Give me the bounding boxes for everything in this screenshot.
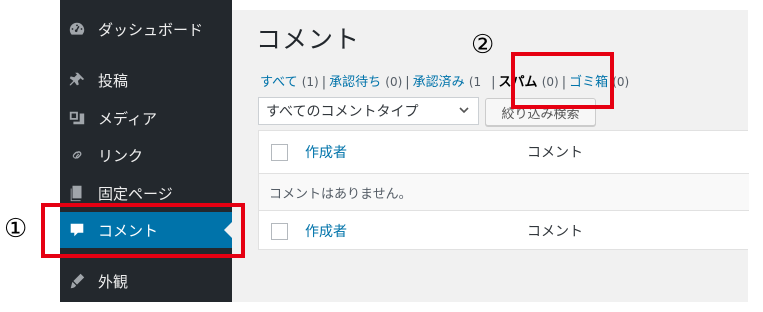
empty-message: コメントはありません。 — [269, 186, 412, 202]
column-author-header[interactable]: 作成者 — [305, 142, 347, 162]
annotation-marker-2: ② — [471, 30, 495, 60]
table-row: コメントはありません。 — [259, 174, 749, 211]
filter-pending-link[interactable]: 承認待ち (0) — [329, 75, 402, 90]
sidebar-item-posts[interactable]: 投稿 — [60, 62, 232, 98]
comments-table: 作成者 コメント コメントはありません。 作成者 コメント — [258, 130, 749, 251]
sidebar-item-appearance[interactable]: 外観 — [60, 263, 232, 299]
sidebar-item-label: メディア — [98, 109, 157, 128]
sidebar-item-label: 固定ページ — [98, 184, 173, 203]
sidebar-item-label: 外観 — [98, 272, 129, 291]
pushpin-icon — [68, 71, 86, 89]
table-footer-row: 作成者 コメント — [259, 211, 749, 251]
media-icon — [68, 109, 86, 127]
sidebar-item-label: 投稿 — [98, 71, 129, 90]
annotation-marker-1: ① — [4, 214, 28, 244]
page-icon — [68, 184, 86, 202]
column-comment-footer: コメント — [527, 224, 583, 240]
table-header-row: 作成者 コメント — [259, 131, 749, 174]
chevron-down-icon — [458, 104, 470, 120]
column-author-footer[interactable]: 作成者 — [305, 221, 347, 241]
dashboard-icon — [68, 20, 86, 38]
appearance-icon — [68, 272, 86, 290]
comment-type-select[interactable]: すべてのコメントタイプ — [258, 97, 479, 125]
select-all-checkbox[interactable] — [271, 143, 288, 161]
sidebar-item-label: ダッシュボード — [98, 20, 204, 39]
sidebar-item-links[interactable]: リンク — [60, 137, 232, 173]
sidebar-item-media[interactable]: メディア — [60, 100, 232, 136]
highlight-box-spam — [511, 52, 614, 109]
highlight-box-comments — [41, 203, 245, 258]
sidebar-item-dashboard[interactable]: ダッシュボード — [60, 11, 232, 47]
page-title: コメント — [256, 25, 361, 54]
select-all-checkbox-footer[interactable] — [271, 222, 288, 240]
link-icon — [68, 146, 86, 164]
filter-approved-link[interactable]: 承認済み (1 — [413, 75, 481, 90]
sidebar-item-label: リンク — [98, 146, 144, 165]
filter-all-link[interactable]: すべて (1) — [260, 75, 319, 90]
column-comment-header: コメント — [527, 145, 583, 161]
